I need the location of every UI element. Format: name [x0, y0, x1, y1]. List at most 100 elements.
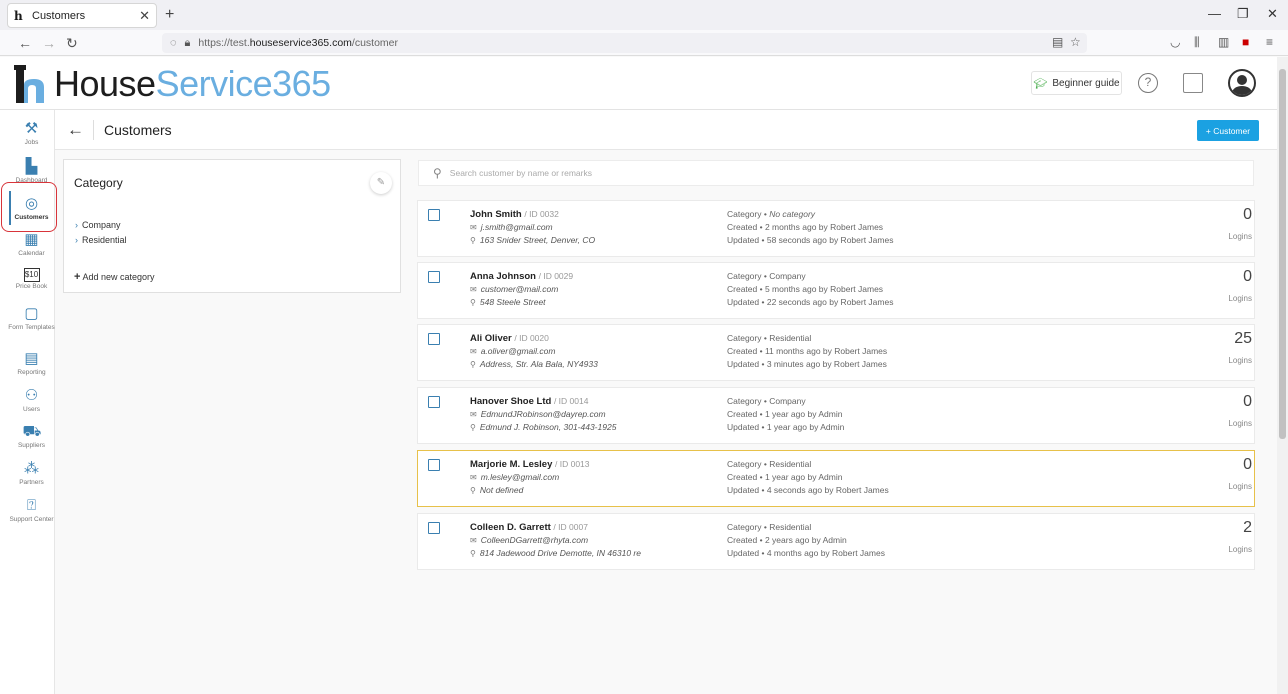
sidebar-item-partners[interactable]: ⁂ Partners	[0, 460, 63, 487]
mail-icon: ✉	[470, 347, 477, 356]
logins-label: Logins	[1228, 545, 1252, 554]
menu-icon[interactable]: ≡	[1266, 35, 1273, 49]
customer-card[interactable]: Ali Oliver / ID 0020 ✉ a.oliver@gmail.com ⚲…	[417, 324, 1255, 381]
location-pin-icon: ⚲	[470, 236, 476, 245]
customer-updated: Updated • 58 seconds ago by Robert James	[727, 235, 894, 245]
lock-icon[interactable]: 🔒︎	[185, 37, 191, 50]
url-text: https://test.houseservice365.com/custome…	[198, 37, 399, 49]
bar-chart-icon: ▙	[25, 158, 38, 175]
location-pin-icon: ⚲	[470, 423, 476, 432]
customer-category: Category • Company	[727, 271, 806, 281]
reload-icon[interactable]: ↻	[66, 35, 78, 52]
scrollbar-thumb[interactable]	[1279, 69, 1286, 439]
sidebar-item-users[interactable]: ⚇ Users	[0, 387, 63, 414]
customer-name[interactable]: Colleen D. Garrett / ID 0007	[470, 522, 588, 533]
back-icon[interactable]: ←	[18, 35, 32, 51]
customer-name[interactable]: Hanover Shoe Ltd / ID 0014	[470, 396, 588, 407]
customer-category: Category • Residential	[727, 522, 812, 532]
sidebar-item-reporting[interactable]: ▤ Reporting	[0, 350, 63, 377]
sidebar-item-calendar[interactable]: ▦ Calendar	[0, 231, 63, 258]
select-checkbox[interactable]	[428, 271, 440, 283]
customer-created: Created • 11 months ago by Robert James	[727, 346, 888, 356]
add-customer-button[interactable]: + Customer	[1197, 120, 1259, 141]
chevron-right-icon: ›	[75, 235, 78, 245]
shield-icon[interactable]: ◌	[170, 37, 177, 49]
edit-pencil-icon[interactable]: ✎	[370, 172, 392, 194]
browser-tab-bar: h Customers ✕ + — ❐ ✕	[0, 0, 1288, 30]
select-checkbox[interactable]	[428, 333, 440, 345]
category-item-company[interactable]: › Company	[75, 220, 121, 230]
customer-card[interactable]: John Smith / ID 0032 ✉ j.smith@gmail.com ⚲ 1…	[417, 200, 1255, 257]
user-avatar[interactable]	[1228, 69, 1256, 97]
customer-updated: Updated • 4 seconds ago by Robert James	[727, 485, 889, 495]
reader-view-icon[interactable]: ▤	[1052, 35, 1063, 49]
location-pin-icon: ⚲	[470, 549, 476, 558]
logins-count: 2	[1243, 519, 1252, 536]
site-favicon-icon: h	[14, 8, 23, 23]
logins-count: 0	[1243, 268, 1252, 285]
sidebar-item-price-book[interactable]: $10 Price Book	[0, 268, 63, 291]
search-input[interactable]	[449, 168, 1150, 178]
tools-icon: ⚒	[24, 120, 39, 137]
select-checkbox[interactable]	[428, 209, 440, 221]
address-bar[interactable]: ◌ 🔒︎ https://test.houseservice365.com/cu…	[162, 33, 1087, 53]
customer-card[interactable]: Hanover Shoe Ltd / ID 0014 ✉ EdmundJRobins…	[417, 387, 1255, 444]
library-icon[interactable]: ⫼	[1194, 35, 1200, 50]
customer-created: Created • 5 months ago by Robert James	[727, 284, 884, 294]
documents-icon[interactable]	[1183, 73, 1203, 93]
customer-id: / ID 0007	[553, 522, 588, 532]
add-category-link[interactable]: + Add new category	[74, 271, 154, 283]
sidebar-toggle-icon[interactable]: ▥	[1218, 35, 1229, 49]
customer-email: ✉ m.lesley@gmail.com	[470, 472, 560, 482]
mail-icon: ✉	[470, 223, 477, 232]
help-icon[interactable]: ?	[1138, 73, 1158, 93]
logins-label: Logins	[1228, 482, 1252, 491]
sidebar-item-support-center[interactable]: ⍰ Support Center	[0, 497, 63, 524]
minimize-icon[interactable]: —	[1208, 6, 1221, 21]
select-checkbox[interactable]	[428, 459, 440, 471]
select-checkbox[interactable]	[428, 396, 440, 408]
browser-tab[interactable]: h Customers ✕	[7, 3, 157, 28]
logins-label: Logins	[1228, 356, 1252, 365]
customer-name[interactable]: Marjorie M. Lesley / ID 0013	[470, 459, 590, 470]
customer-address: ⚲ Address, Str. Ala Bala, NY4933	[470, 359, 598, 369]
extension-icon[interactable]: ■	[1242, 35, 1249, 49]
customer-card[interactable]: Colleen D. Garrett / ID 0007 ✉ ColleenDGar…	[417, 513, 1255, 570]
category-item-residential[interactable]: › Residential	[75, 235, 127, 245]
customer-created: Created • 2 months ago by Robert James	[727, 222, 884, 232]
new-tab-icon[interactable]: +	[165, 6, 174, 24]
mail-icon: ✉	[470, 285, 477, 294]
customer-name[interactable]: John Smith / ID 0032	[470, 209, 559, 220]
close-tab-icon[interactable]: ✕	[139, 8, 150, 24]
sidebar-item-dashboard[interactable]: ▙ Dashboard	[0, 158, 63, 185]
back-arrow-icon[interactable]: ←	[67, 120, 84, 140]
customer-id: / ID 0029	[538, 271, 574, 281]
customers-highlight-box	[1, 182, 57, 232]
restore-icon[interactable]: ❐	[1237, 6, 1249, 22]
logins-count: 0	[1243, 456, 1252, 473]
beginner-guide-button[interactable]: 🎓︎ Beginner guide	[1031, 71, 1122, 95]
logins-label: Logins	[1228, 294, 1252, 303]
form-icon: ▢	[24, 305, 39, 322]
sidebar-item-form-templates[interactable]: ▢ Form Templates	[0, 305, 63, 332]
sidebar-item-suppliers[interactable]: ⛟ Suppliers	[0, 423, 63, 450]
customer-card[interactable]: Marjorie M. Lesley / ID 0013 ✉ m.lesley@gm…	[417, 450, 1255, 507]
pocket-icon[interactable]: ◡	[1170, 35, 1180, 49]
category-title: Category	[74, 176, 123, 190]
select-checkbox[interactable]	[428, 522, 440, 534]
category-panel: Category ✎ › Company › Residential + Add ne…	[63, 159, 401, 293]
customer-name[interactable]: Ali Oliver / ID 0020	[470, 333, 549, 344]
logins-label: Logins	[1228, 419, 1252, 428]
sidebar-item-jobs[interactable]: ⚒ Jobs	[0, 120, 63, 147]
customer-card[interactable]: Anna Johnson / ID 0029 ✉ customer@mail.com…	[417, 262, 1255, 319]
customer-updated: Updated • 4 months ago by Robert James	[727, 548, 885, 558]
forward-icon[interactable]: →	[42, 35, 56, 51]
logins-count: 25	[1234, 330, 1252, 347]
customer-address: ⚲ Not defined	[470, 485, 524, 495]
tab-title: Customers	[32, 9, 86, 22]
bookmark-star-icon[interactable]: ☆	[1070, 35, 1081, 49]
scrollbar[interactable]	[1277, 57, 1288, 694]
graduation-cap-icon: 🎓︎	[1033, 77, 1048, 90]
close-window-icon[interactable]: ✕	[1267, 6, 1278, 22]
customer-name[interactable]: Anna Johnson / ID 0029	[470, 271, 573, 282]
